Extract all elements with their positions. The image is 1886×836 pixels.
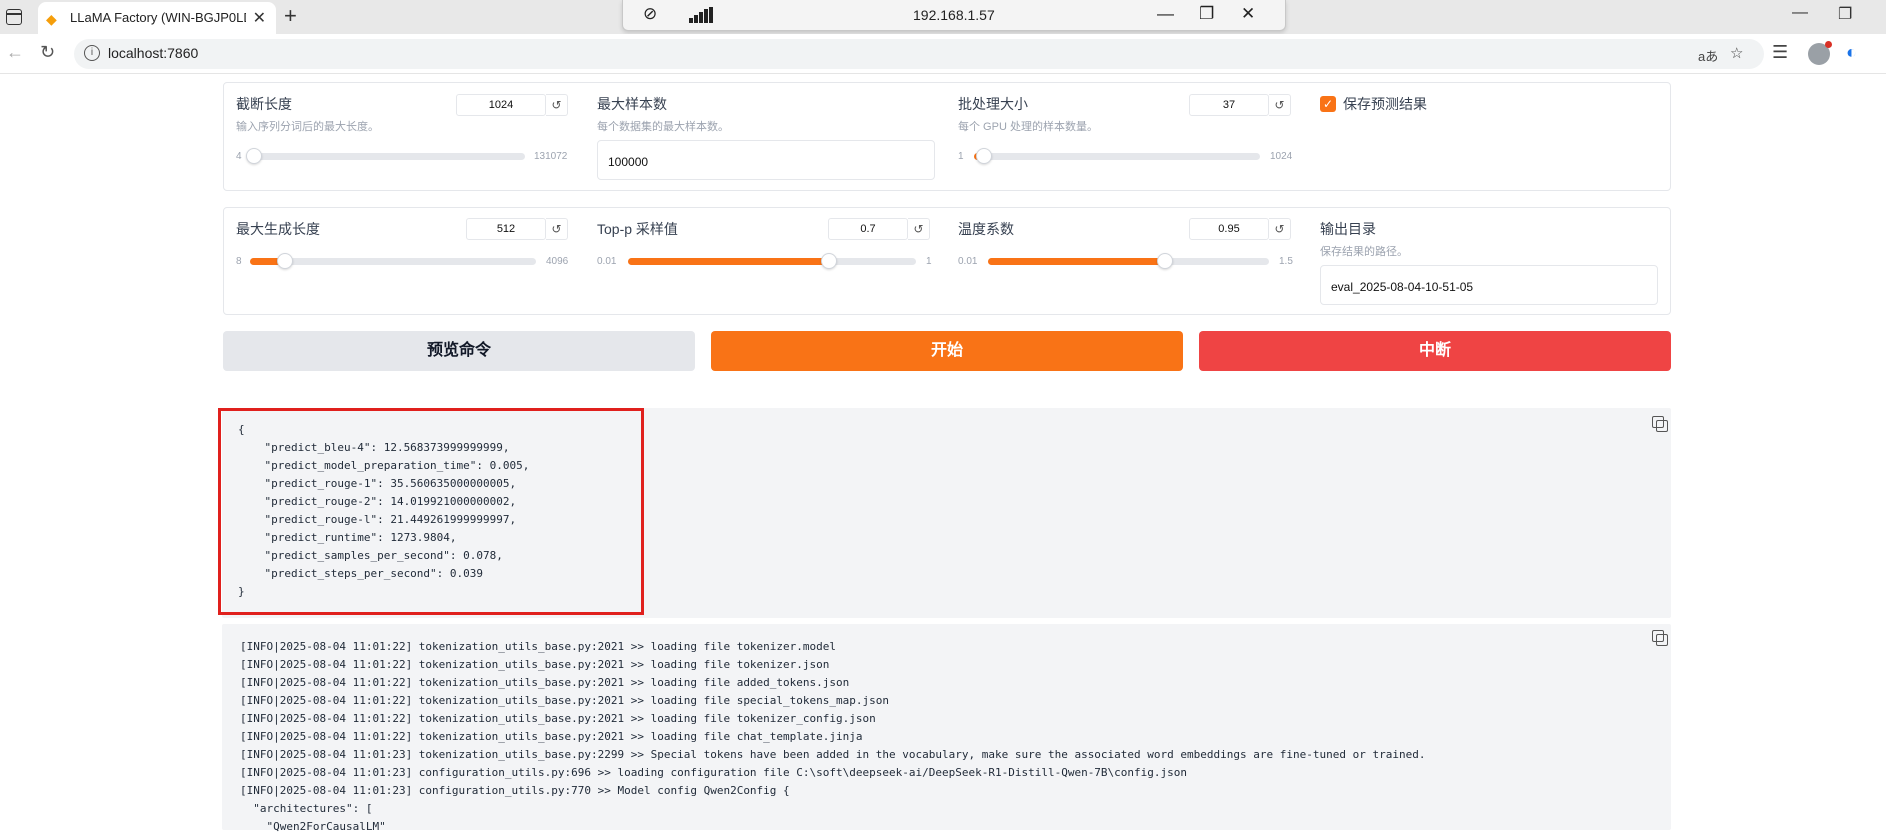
max-new-tokens-min: 8 <box>236 256 242 267</box>
max-new-tokens-slider[interactable] <box>250 253 536 269</box>
new-tab-icon[interactable]: + <box>284 3 297 29</box>
cutoff-length-info: 输入序列分词后的最大长度。 <box>236 121 379 133</box>
url-text: localhost:7860 <box>108 45 199 61</box>
temperature-input[interactable]: 0.95 <box>1189 218 1269 240</box>
address-bar[interactable]: i localhost:7860 aあ ☆ <box>74 39 1764 69</box>
log-line: [INFO|2025-08-04 11:01:23] configuration… <box>240 766 1188 779</box>
tab-title: LLaMA Factory (WIN-BGJP0LD95K <box>70 10 246 25</box>
temperature-reset-icon[interactable]: ↺ <box>1269 218 1291 240</box>
log-line: [INFO|2025-08-04 11:01:22] tokenization_… <box>240 658 830 671</box>
browser-tab[interactable]: ◆ LLaMA Factory (WIN-BGJP0LD95K ✕ <box>38 2 276 34</box>
close-tab-icon[interactable]: ✕ <box>253 8 266 28</box>
copy-log-icon[interactable] <box>1652 630 1668 646</box>
log-line: "Qwen2ForCausalLM" <box>240 820 386 833</box>
batch-size-slider[interactable] <box>974 148 1260 164</box>
log-line: [INFO|2025-08-04 11:01:23] tokenization_… <box>240 748 1426 761</box>
top-p-slider[interactable] <box>628 253 916 269</box>
remote-restore-icon[interactable]: ❐ <box>1199 4 1214 24</box>
batch-size-info: 每个 GPU 处理的样本数量。 <box>958 121 1098 133</box>
cutoff-length-input[interactable]: 1024 <box>456 94 546 116</box>
refresh-icon[interactable]: ↻ <box>40 42 55 63</box>
max-new-tokens-input[interactable]: 512 <box>466 218 546 240</box>
top-p-slider-fill <box>628 258 829 265</box>
top-p-input[interactable]: 0.7 <box>828 218 908 240</box>
abort-button[interactable]: 中断 <box>1199 331 1671 371</box>
preview-command-button[interactable]: 预览命令 <box>223 331 695 371</box>
log-line: [INFO|2025-08-04 11:01:23] configuration… <box>240 784 790 797</box>
temperature-label: 温度系数 <box>958 221 1014 237</box>
top-p-reset-icon[interactable]: ↺ <box>908 218 930 240</box>
max-new-tokens-reset-icon[interactable]: ↺ <box>546 218 568 240</box>
remote-close-icon[interactable]: ✕ <box>1241 4 1255 24</box>
save-predictions-checkbox[interactable]: ✓ <box>1320 96 1336 112</box>
favorites-list-icon[interactable]: ☰ <box>1772 42 1788 63</box>
temperature-min: 0.01 <box>958 256 978 267</box>
batch-size-input[interactable]: 37 <box>1189 94 1269 116</box>
max-samples-info: 每个数据集的最大样本数。 <box>597 121 729 133</box>
unpin-icon[interactable]: ⊘ <box>643 4 657 24</box>
minimize-window-icon[interactable]: — <box>1792 4 1808 22</box>
cutoff-length-max: 131072 <box>534 151 568 162</box>
top-p-min: 0.01 <box>597 256 617 267</box>
temperature-max: 1.5 <box>1279 256 1293 267</box>
site-info-icon[interactable]: i <box>84 45 100 61</box>
log-line: [INFO|2025-08-04 11:01:22] tokenization_… <box>240 640 837 653</box>
log-line: [INFO|2025-08-04 11:01:22] tokenization_… <box>240 712 876 725</box>
remote-desktop-bar: ⊘ 192.168.1.57 — ❐ ✕ <box>622 0 1286 31</box>
output-dir-label: 输出目录 <box>1320 221 1376 237</box>
log-line: [INFO|2025-08-04 11:01:22] tokenization_… <box>240 694 890 707</box>
batch-size-min: 1 <box>958 151 964 162</box>
back-arrow-icon[interactable]: ← <box>6 42 24 63</box>
cutoff-length-min: 4 <box>236 151 242 162</box>
results-highlight-box <box>218 408 644 615</box>
batch-size-slider-thumb[interactable] <box>976 148 992 164</box>
save-predictions-label: 保存预测结果 <box>1343 96 1427 112</box>
connection-quality-icon <box>689 7 713 23</box>
restore-window-icon[interactable]: ❐ <box>1838 4 1852 24</box>
remote-minimize-icon[interactable]: — <box>1157 4 1174 24</box>
address-bar-row: ← ↻ i localhost:7860 aあ ☆ ☰ ◐ <box>0 34 1886 74</box>
log-line: [INFO|2025-08-04 11:01:22] tokenization_… <box>240 730 863 743</box>
tab-actions-icon[interactable] <box>6 9 22 25</box>
start-button[interactable]: 开始 <box>711 331 1183 371</box>
top-p-label: Top-p 采样值 <box>597 221 678 237</box>
temperature-slider-fill <box>988 258 1166 265</box>
batch-size-label: 批处理大小 <box>958 96 1028 112</box>
remote-ip: 192.168.1.57 <box>913 7 995 23</box>
top-p-slider-thumb[interactable] <box>820 253 837 269</box>
log-line: [INFO|2025-08-04 11:01:22] tokenization_… <box>240 676 850 689</box>
max-new-tokens-max: 4096 <box>546 256 569 267</box>
cutoff-length-reset-icon[interactable]: ↺ <box>546 94 568 116</box>
log-line: "architectures": [ <box>240 802 373 815</box>
favorite-star-icon[interactable]: ☆ <box>1730 44 1743 62</box>
temperature-slider[interactable] <box>988 253 1269 269</box>
batch-size-reset-icon[interactable]: ↺ <box>1269 94 1291 116</box>
cutoff-length-slider[interactable] <box>246 148 525 164</box>
output-dir-input[interactable]: eval_2025-08-04-10-51-05 <box>1320 265 1658 305</box>
batch-size-max: 1024 <box>1270 151 1293 162</box>
read-aloud-icon[interactable]: aあ <box>1698 46 1718 65</box>
copilot-icon[interactable]: ◐ <box>1846 42 1857 63</box>
max-samples-input[interactable]: 100000 <box>597 140 935 180</box>
output-dir-info: 保存结果的路径。 <box>1320 246 1408 258</box>
training-log-text: [INFO|2025-08-04 11:01:22] tokenization_… <box>240 638 1425 836</box>
max-new-tokens-label: 最大生成长度 <box>236 221 320 237</box>
top-p-max: 1 <box>926 256 932 267</box>
profile-avatar[interactable] <box>1808 41 1832 65</box>
eval-settings-row-1 <box>223 82 1671 191</box>
cutoff-length-label: 截断长度 <box>236 96 292 112</box>
copy-results-icon[interactable] <box>1652 416 1668 432</box>
max-samples-label: 最大样本数 <box>597 96 667 112</box>
llama-factory-favicon-icon: ◆ <box>46 11 57 27</box>
